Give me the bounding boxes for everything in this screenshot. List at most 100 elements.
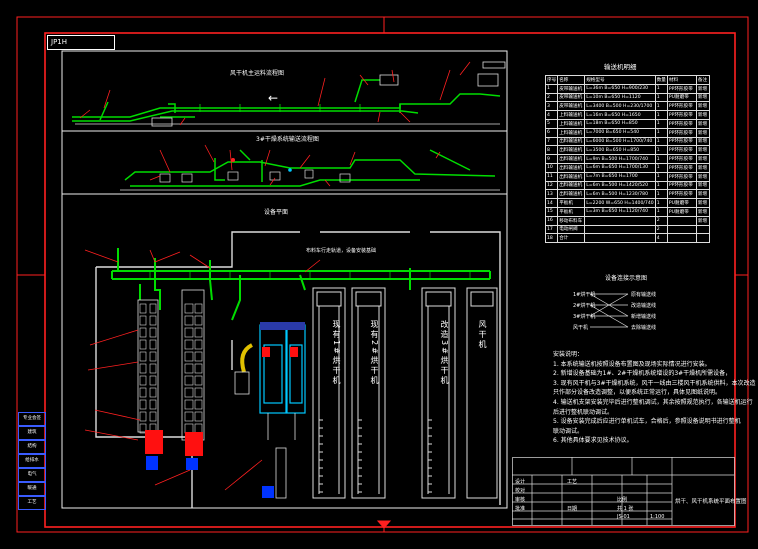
bom-cell: 新增 [695,110,710,120]
dryer-cell [149,351,157,362]
bom-cell: 新增 [695,215,710,226]
bom-cell: L=6m B=650 H=1700/130 [584,162,656,173]
left-dryer-column [137,289,205,441]
legend-left-3: 3#烘干机 [573,314,596,320]
bom-cell: 移动布料车 [557,215,586,226]
bom-row: 3 皮带输送机 L=3400 B=500 H=230/1700 1 PP环形胶带 新增 [544,101,710,112]
bom-cell: 上料输送机 [557,118,586,129]
bom-row: 16 移动布料车 2 新增 [544,215,710,226]
dryer-3-label: 改造3#烘干机 [440,320,449,386]
dryer-cell [194,339,203,350]
dryer-cell [194,327,203,338]
dryer-cell [194,315,203,326]
bom-cell [666,215,697,226]
bom-cell: 新增 [695,180,710,191]
dryer-cell [194,351,203,362]
bom-cell: 8 [544,145,559,156]
top-view-title: 风干机主运料流程图 [230,70,285,77]
bom-cell: 新增 [695,162,710,173]
bom-cell: 出料输送机 [557,180,586,191]
dryer-cell [194,399,203,410]
bom-cell: 新增 [695,189,710,200]
dryer-cell [184,339,194,350]
bom-cell: 皮带输送机 [557,92,586,103]
bom-header-row: 序号 名称 规格型号 数量 材料 备注 [544,75,710,85]
note-line: 1. 本系统输送机按照设备布置图及现场实际情况进行安装。 [553,360,711,368]
bom-cell: 11 [544,171,559,182]
bom-cell: 出料输送机 [557,136,586,147]
bom-cell: PP环形胶带 [666,180,697,191]
dryer-cell [149,411,157,422]
bom-cell: L=3m B=650 H=1120/740 [584,206,656,217]
plan-view-title: 设备平面 [264,209,289,216]
bom-cell: L=3400 B=500 H=230/1700 [584,101,656,112]
note-line: 4. 输送机支架安装完毕后进行整机调试，其余按照规范执行，各输送机运行 [553,398,753,406]
tb-cell-date: 日期 [567,506,578,512]
tb-cell-design: 设计 [515,479,526,485]
bom-cell: PU耐磨带 [666,198,697,208]
dryer-cell [184,327,194,338]
dryer-cell [149,315,157,326]
bom-header-cell: 备注 [695,75,710,85]
sidebar-cell: 建筑 [18,426,46,440]
bom-cell: PP环形胶带 [666,127,697,138]
bom-row: 18 合计 4 [544,233,710,244]
bom-row: 8 出料输送机 L=3500 B=650 H=850 1 PP环形胶带 新增 [544,145,710,156]
bom-cell: 皮带输送机 [557,83,586,94]
dryer-2-label: 现有2#烘干机 [370,320,379,386]
bom-cell: L=6000 B=500 H=1700/740 [584,136,656,147]
bom-row: 15 平板机 L=3m B=650 H=1120/740 1 PU耐磨带 新增 [544,206,710,217]
central-machine-top [260,322,305,330]
side-view-marker [231,158,235,162]
bom-cell: 新增 [695,83,710,94]
bom-cell: 1 [654,83,668,94]
bom-header-cell: 数量 [654,75,668,85]
bom-cell [695,233,710,244]
left-motors [145,430,203,456]
bom-row: 12 出料输送机 L=6m B=500 H=1420/520 1 PP环形胶带 新增 [544,180,710,191]
bom-cell: 14 [544,198,559,208]
bom-cell: 上料输送机 [557,110,586,120]
bom-cell: 18 [544,233,559,244]
bom-cell [584,233,656,244]
bom-cell: L=18m B=650 H=850 [584,118,656,129]
bom-row: 14 平板机 L=2200 W=650 H=1400/740 1 PU耐磨带 新增 [544,198,710,208]
bom-cell: 1 [654,92,668,103]
bom-cell [695,224,710,235]
bom-header-cell: 序号 [544,75,559,85]
bom-cell: 1 [654,180,668,191]
bom-cell: PP环形胶带 [666,101,697,112]
side-view-title: 3#干燥系统输送流程图 [256,136,319,143]
bom-row: 11 出料输送机 L=7m B=650 H=1700 1 PP环形胶带 新增 [544,171,710,182]
bom-cell: PU耐磨带 [666,92,697,103]
tb-cell-review: 审核 [515,497,526,503]
bom-cell: 7 [544,136,559,147]
plan-conveyor-ticks [149,271,471,279]
legend-right-1: 原有输送线 [631,292,657,298]
bom-cell: 15 [544,206,559,217]
bom-cell [584,224,656,235]
bom-cell: 1 [654,145,668,156]
bom-header-cell: 材料 [666,75,697,85]
note-line: 后进行整机联动调试。 [553,408,614,416]
dryer-cell [184,423,194,434]
bom-cell: 5 [544,118,559,129]
dryer-cell [184,375,194,386]
flow-arrow: ← [268,91,279,105]
dryer-cell [194,375,203,386]
install-notes: 安装说明： 1. 本系统输送机按照设备布置图及现场实际情况进行安装。 2. 新增设… [553,350,755,446]
dryer-cell [149,303,157,314]
bom-cell: 10 [544,162,559,173]
bom-cell: 4 [654,233,668,244]
bom-cell: 新增 [695,206,710,217]
dryer-cell [149,399,157,410]
bom-row: 9 出料输送机 L=9m B=500 H=1700/740 1 PP环形胶带 新增 [544,154,710,164]
side-view-marker-2 [288,168,292,172]
legend-left-4: 风干机 [573,325,589,331]
tb-scale-value: 1:100 [650,514,665,520]
bom-cell: 13 [544,189,559,200]
bom-cell: L=10m B=650 H=1120 [584,92,656,103]
bom-cell: 新增 [695,92,710,103]
bom-cell: 新增 [695,127,710,138]
bom-cell: L=7000 B=650 H=540 [584,127,656,138]
